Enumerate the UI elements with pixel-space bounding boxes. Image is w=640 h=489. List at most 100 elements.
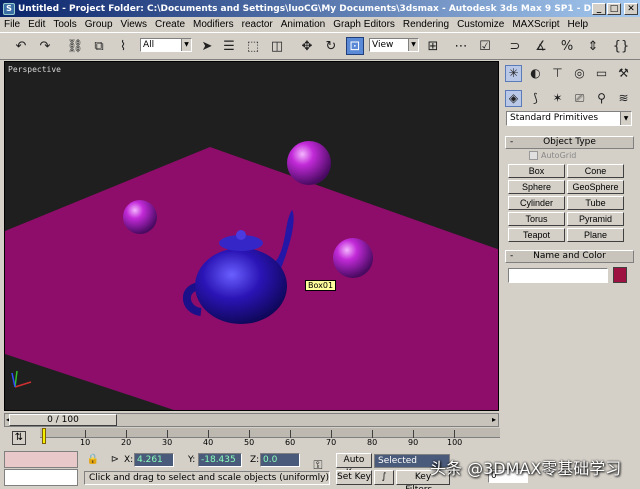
viewport-label[interactable]: Perspective [8,65,61,74]
next-frame-icon[interactable]: ▸ [492,415,496,424]
y-coordinate-field[interactable]: -18.435 [198,453,242,467]
frame-ruler[interactable] [40,428,500,438]
unlink-icon[interactable]: ⧉ [90,37,108,55]
autogrid-label: AutoGrid [541,151,577,160]
display-tab-icon[interactable]: ▭ [593,65,610,82]
menu-animation[interactable]: Animation [281,19,325,30]
torus-button[interactable]: Torus [508,212,565,226]
time-slider[interactable]: ◂ 0 / 100 ▸ [4,413,499,427]
teapot-button[interactable]: Teapot [508,228,565,242]
space-warps-icon[interactable]: ≋ [615,90,632,107]
menu-maxscript[interactable]: MAXScript [512,19,559,30]
shapes-icon[interactable]: ⟆ [527,90,544,107]
menu-tools[interactable]: Tools [53,19,76,30]
app-icon[interactable]: S [3,2,15,15]
key-icon[interactable]: ⚿ [308,458,328,472]
spinner-snap-icon[interactable]: ⇕ [584,37,602,55]
sphere-button[interactable]: Sphere [508,180,565,194]
box-button[interactable]: Box [508,164,565,178]
absolute-mode-icon[interactable]: ⊳ [108,452,122,466]
menu-file[interactable]: File [4,19,20,30]
tick-label: 60 [285,438,296,447]
pyramid-button[interactable]: Pyramid [567,212,624,226]
menu-graph-editors[interactable]: Graph Editors [333,19,395,30]
rectangular-selection-icon[interactable]: ⬚ [244,37,262,55]
select-manipulate-icon[interactable]: ⋯ [452,37,470,55]
helpers-icon[interactable]: ⚲ [593,90,610,107]
selection-filter-dropdown[interactable]: All ▼ [140,38,192,52]
autogrid-checkbox[interactable]: AutoGrid [529,151,576,160]
select-object-icon[interactable]: ➤ [198,37,216,55]
x-coordinate-field[interactable]: 4.261 [134,453,174,467]
tube-button[interactable]: Tube [567,196,624,210]
auto-key-button[interactable]: Auto Key [336,453,372,478]
sphere-object[interactable] [123,200,157,234]
create-category-row: ◈ ⟆ ✶ ⎚ ⚲ ≋ [501,87,640,109]
tick-label: 10 [80,438,91,447]
menu-customize[interactable]: Customize [457,19,504,30]
frame-display: 0 / 100 [47,415,79,425]
close-button[interactable]: ✕ [624,2,638,15]
menu-modifiers[interactable]: Modifiers [193,19,234,30]
maxscript-input-box[interactable] [4,469,78,486]
named-selection-sets-icon[interactable]: {} [612,37,630,55]
name-and-color-rollout[interactable]: - Name and Color [505,250,634,263]
hierarchy-tab-icon[interactable]: ⊤ [549,65,566,82]
current-frame-marker[interactable] [42,428,46,444]
sphere-object[interactable] [333,238,373,278]
geosphere-button[interactable]: GeoSphere [567,180,624,194]
object-color-swatch[interactable] [613,267,627,283]
perspective-viewport[interactable]: Perspective Box01 [4,61,499,411]
geometry-icon[interactable]: ◈ [505,89,522,107]
cylinder-button[interactable]: Cylinder [508,196,565,210]
maxscript-listener-box[interactable] [4,451,78,468]
menu-views[interactable]: Views [121,19,148,30]
lights-icon[interactable]: ✶ [549,90,566,107]
menu-rendering[interactable]: Rendering [403,19,449,30]
watermark: 头条 @3DMAX零基础学习 [430,459,622,478]
window-crossing-icon[interactable]: ◫ [268,37,286,55]
object-name-input[interactable] [508,268,608,283]
maximize-button[interactable]: □ [607,2,621,15]
menu-edit[interactable]: Edit [28,19,45,30]
reference-coordinate-dropdown[interactable]: View ▼ [369,38,419,52]
move-icon[interactable]: ✥ [298,37,316,55]
selection-lock-icon[interactable]: 🔒 [86,452,100,466]
plane-button[interactable]: Plane [567,228,624,242]
primitive-category-dropdown[interactable]: Standard Primitives ▼ [506,111,632,126]
scale-icon[interactable]: ⊡ [346,37,364,55]
minimize-button[interactable]: _ [592,2,606,15]
create-tab-icon[interactable]: ✳ [505,64,522,82]
cameras-icon[interactable]: ⎚ [571,90,588,107]
undo-icon[interactable]: ↶ [12,37,30,55]
command-panel-tabs: ✳ ◐ ⊤ ◎ ▭ ⚒ [501,62,640,84]
select-by-name-icon[interactable]: ☰ [220,37,238,55]
menu-group[interactable]: Group [85,19,113,30]
object-type-rollout[interactable]: - Object Type [505,136,634,149]
menu-reactor[interactable]: reactor [242,19,273,30]
percent-snap-icon[interactable]: % [558,37,576,55]
collapse-icon: - [510,137,514,147]
tick-label: 80 [367,438,378,447]
set-key-button[interactable]: Set Key [336,470,372,485]
utilities-tab-icon[interactable]: ⚒ [615,65,632,82]
link-icon[interactable]: ⛓ [66,37,84,55]
menu-help[interactable]: Help [568,19,589,30]
z-coordinate-field[interactable]: 0.0 [260,453,300,467]
pivot-center-icon[interactable]: ⊞ [424,37,442,55]
redo-icon[interactable]: ↷ [36,37,54,55]
snaps-toggle-icon[interactable]: ⊃ [506,37,524,55]
time-slider-thumb[interactable]: 0 / 100 [9,414,117,426]
default-in-out-tangent-icon[interactable]: ∫ [374,470,394,485]
cone-button[interactable]: Cone [567,164,624,178]
keyboard-shortcut-override-icon[interactable]: ☑ [476,37,494,55]
bind-space-warp-icon[interactable]: ⌇ [114,37,132,55]
angle-snap-icon[interactable]: ∡ [532,37,550,55]
reference-coordinate-value: View [372,40,394,50]
motion-tab-icon[interactable]: ◎ [571,65,588,82]
modify-tab-icon[interactable]: ◐ [527,65,544,82]
rotate-icon[interactable]: ↻ [322,37,340,55]
open-mini-curve-editor-icon[interactable]: ⇅ [12,431,26,445]
sphere-object[interactable] [287,141,331,185]
menu-create[interactable]: Create [155,19,185,30]
